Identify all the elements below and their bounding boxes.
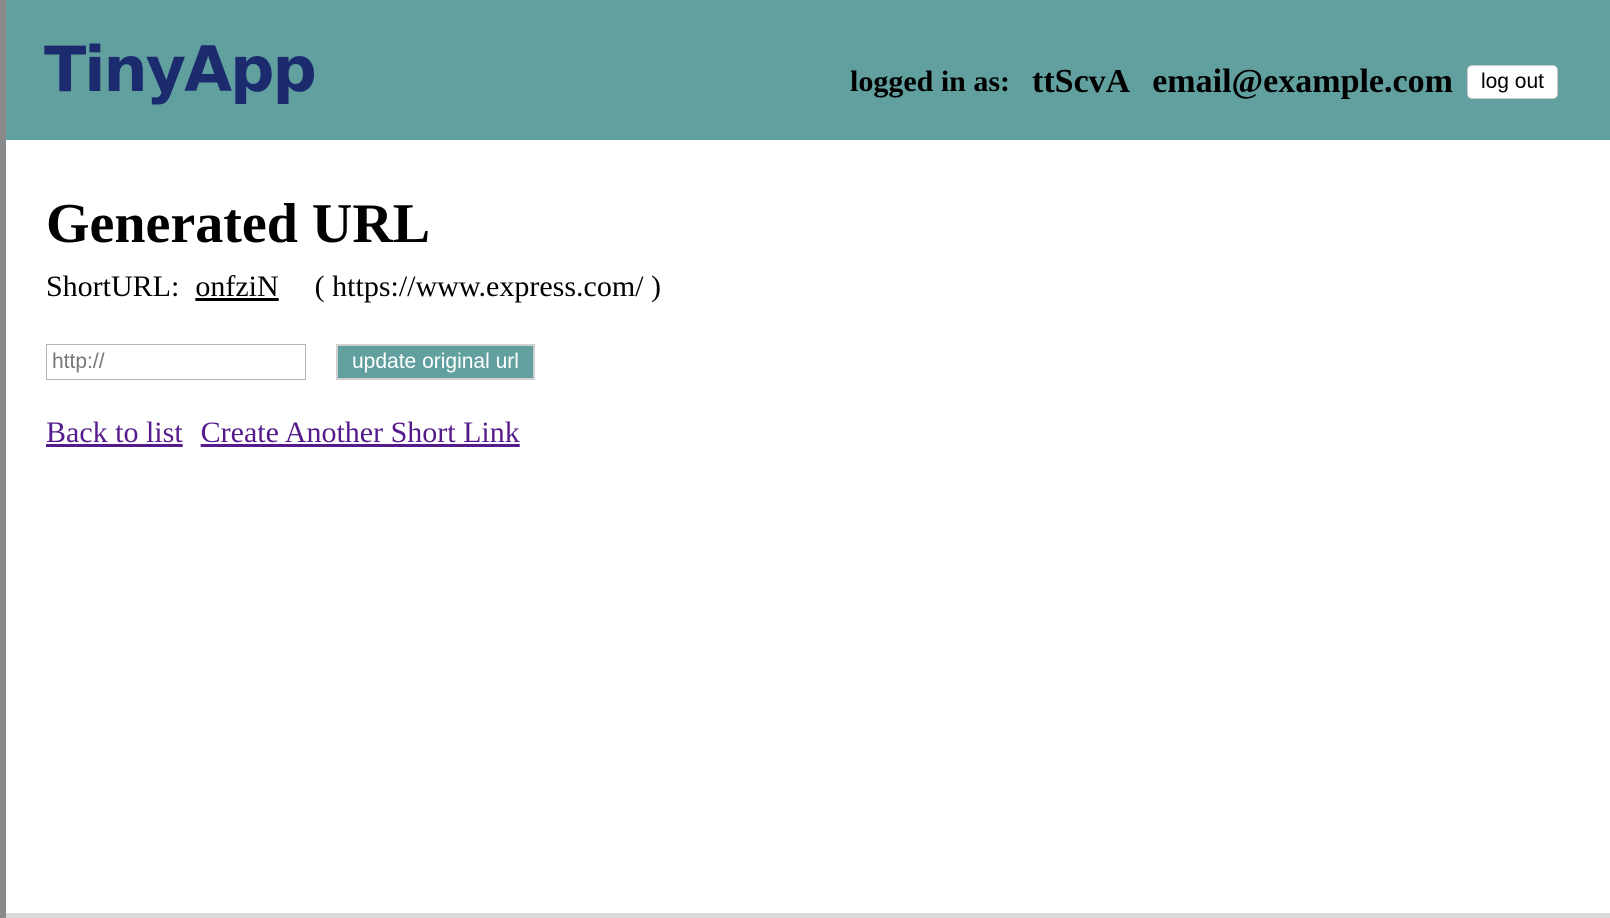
user-info: logged in as: ttScvA email@example.com l… [850, 58, 1558, 106]
user-email: email@example.com [1152, 63, 1453, 100]
top-header: TinyApp logged in as: ttScvA email@examp… [6, 0, 1610, 140]
short-url-label: ShortURL: [46, 270, 180, 303]
window-bottom-edge [6, 913, 1610, 918]
app-logo[interactable]: TinyApp [44, 30, 317, 110]
page: TinyApp logged in as: ttScvA email@examp… [6, 0, 1610, 913]
nav-links: Back to list Create Another Short Link [46, 415, 661, 451]
main-content: Generated URL ShortURL: onfziN ( https://w… [46, 185, 661, 451]
create-short-link-link[interactable]: Create Another Short Link [201, 416, 520, 449]
update-url-form: update original url [46, 343, 661, 381]
long-url-input[interactable] [46, 344, 306, 380]
back-to-list-link[interactable]: Back to list [46, 416, 183, 449]
user-id: ttScvA [1032, 63, 1131, 100]
logged-in-label: logged in as: [849, 65, 1011, 98]
short-url-link[interactable]: onfziN [195, 270, 278, 303]
page-title: Generated URL [46, 193, 431, 255]
short-url-line: ShortURL: onfziN ( https://www.express.com… [46, 269, 661, 305]
logout-button[interactable]: log out [1466, 65, 1558, 99]
update-url-button[interactable]: update original url [336, 344, 535, 380]
long-url-text: ( https://www.express.com/ ) [314, 270, 662, 303]
